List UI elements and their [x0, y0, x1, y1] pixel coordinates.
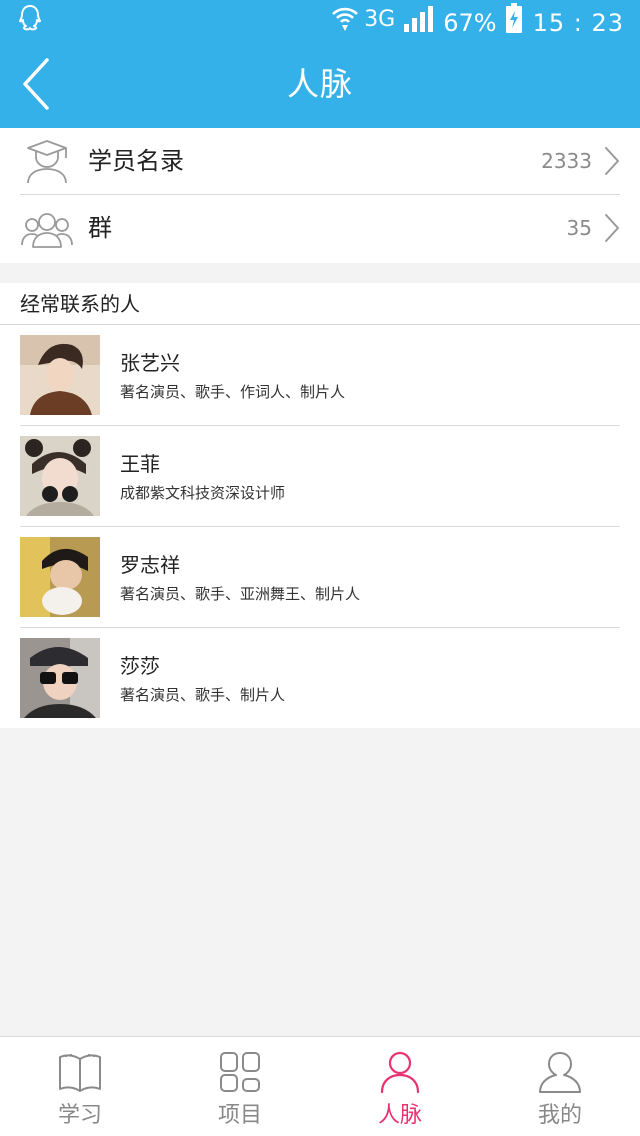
profile-icon: [537, 1049, 583, 1095]
avatar: [20, 436, 100, 516]
chevron-right-icon: [605, 214, 619, 242]
qq-icon: [18, 4, 42, 38]
graduate-user-icon: [20, 138, 74, 186]
section-title: 经常联系的人: [0, 283, 640, 325]
group-icon: [20, 205, 74, 253]
contact-desc: 著名演员、歌手、亚洲舞王、制片人: [120, 585, 361, 603]
contact-item[interactable]: 张艺兴 著名演员、歌手、作词人、制片人: [0, 325, 640, 426]
status-indicators: 3G 67% 15 : 23: [330, 3, 624, 42]
frequent-contacts-panel: 经常联系的人 张艺兴 著名演员、歌手、作词人、制片人 王菲 成都紫文科技资深设计…: [0, 283, 640, 728]
person-icon: [379, 1049, 421, 1095]
signal-icon: [403, 4, 435, 41]
battery-percent: 67%: [443, 8, 497, 37]
book-icon: [57, 1049, 103, 1095]
page-title: 人脉: [286, 65, 353, 103]
clock: 15 : 23: [532, 8, 624, 37]
tab-label: 我的: [537, 1103, 582, 1128]
contact-desc: 著名演员、歌手、作词人、制片人: [120, 383, 346, 401]
wifi-icon: [330, 3, 360, 42]
entries-panel: 学员名录 2333 群 35: [0, 128, 640, 263]
status-bar: 3G 67% 15 : 23: [0, 0, 640, 40]
contact-name: 莎莎: [120, 654, 160, 678]
tab-label: 学习: [57, 1103, 102, 1128]
entry-label: 群: [88, 214, 112, 242]
chevron-right-icon: [605, 147, 619, 175]
tab-label: 项目: [217, 1103, 262, 1128]
contact-desc: 成都紫文科技资深设计师: [120, 484, 286, 502]
entry-student-directory[interactable]: 学员名录 2333: [0, 128, 640, 195]
avatar: [20, 537, 100, 617]
contact-item[interactable]: 莎莎 著名演员、歌手、制片人: [0, 628, 640, 729]
tab-projects[interactable]: 项目: [160, 1037, 320, 1136]
contact-desc: 著名演员、歌手、制片人: [120, 686, 286, 704]
tab-study[interactable]: 学习: [0, 1037, 160, 1136]
contact-item[interactable]: 罗志祥 著名演员、歌手、亚洲舞王、制片人: [0, 527, 640, 628]
entry-count: 35: [566, 216, 592, 240]
contact-item[interactable]: 王菲 成都紫文科技资深设计师: [0, 426, 640, 527]
tab-me[interactable]: 我的: [480, 1037, 640, 1136]
entry-count: 2333: [541, 149, 592, 173]
entry-groups[interactable]: 群 35: [0, 195, 640, 263]
grid-icon: [219, 1049, 261, 1095]
nav-bar: 人脉: [0, 40, 640, 128]
battery-icon: [505, 3, 523, 42]
tab-bar: 学习 项目 人脉 我的: [0, 1036, 640, 1136]
contact-name: 王菲: [120, 452, 160, 476]
tab-contacts[interactable]: 人脉: [320, 1037, 480, 1136]
entry-label: 学员名录: [88, 147, 184, 175]
tab-label: 人脉: [377, 1103, 422, 1128]
contact-name: 罗志祥: [120, 553, 180, 577]
avatar: [20, 638, 100, 718]
contact-name: 张艺兴: [120, 351, 180, 375]
avatar: [20, 335, 100, 415]
network-type: 3G: [364, 6, 396, 32]
